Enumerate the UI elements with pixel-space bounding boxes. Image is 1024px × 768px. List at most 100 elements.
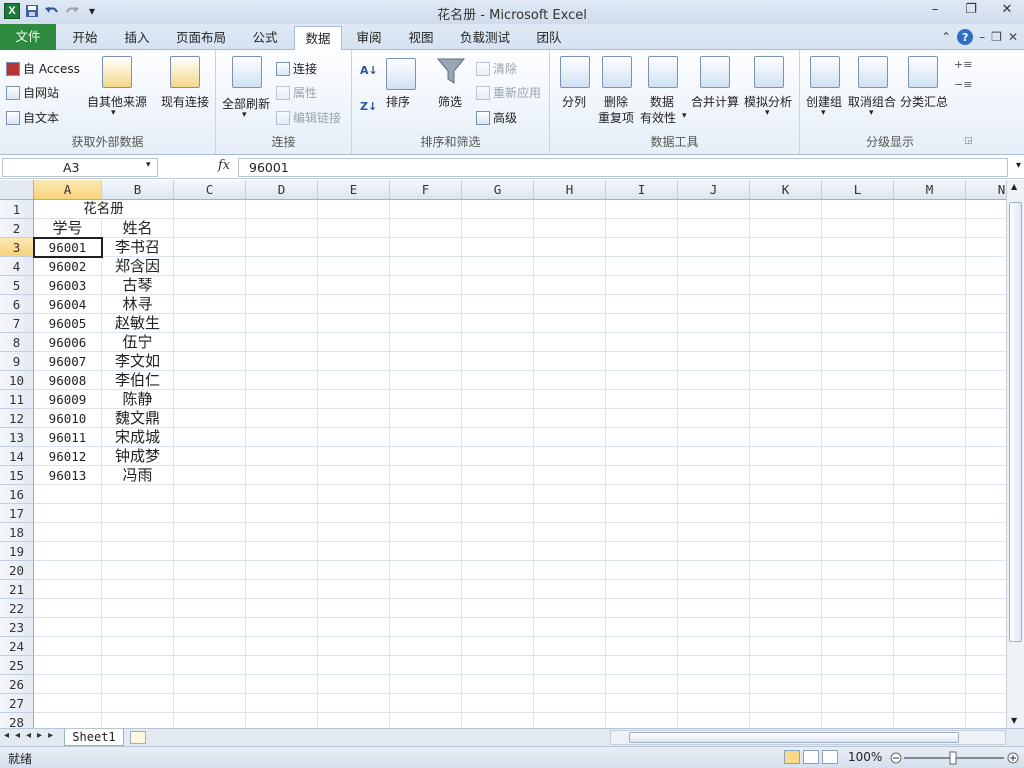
tab-team[interactable]: 团队 [526, 26, 572, 50]
close-icon[interactable]: ✕ [996, 2, 1018, 17]
student-id-cell[interactable]: 96001 [33, 237, 103, 258]
cell[interactable] [750, 618, 822, 637]
student-name-cell[interactable]: 伍宁 [102, 333, 174, 352]
student-name-cell[interactable]: 李伯仁 [102, 371, 174, 390]
cell[interactable] [34, 485, 102, 504]
cell[interactable] [822, 618, 894, 637]
cell[interactable] [534, 200, 606, 219]
cell[interactable] [894, 257, 966, 276]
cell[interactable] [894, 523, 966, 542]
cell[interactable] [462, 466, 534, 485]
scroll-down-icon[interactable]: ▼ [1011, 716, 1017, 725]
cell[interactable] [750, 333, 822, 352]
cell[interactable] [894, 618, 966, 637]
row-header[interactable]: 27 [0, 694, 34, 713]
cell[interactable] [34, 656, 102, 675]
cell[interactable] [894, 485, 966, 504]
cell[interactable] [678, 637, 750, 656]
cell[interactable] [534, 447, 606, 466]
cell[interactable] [246, 561, 318, 580]
cell[interactable] [462, 675, 534, 694]
cell[interactable] [750, 713, 822, 728]
cell[interactable] [750, 599, 822, 618]
row-header[interactable]: 12 [0, 409, 34, 428]
cell[interactable] [678, 504, 750, 523]
insert-sheet-icon[interactable] [130, 731, 146, 744]
cell[interactable] [246, 542, 318, 561]
show-detail-icon[interactable]: +≡ [954, 58, 972, 71]
row-header[interactable]: 23 [0, 618, 34, 637]
cell[interactable] [966, 694, 1006, 713]
cell[interactable] [678, 295, 750, 314]
student-name-cell[interactable]: 郑含因 [102, 257, 174, 276]
cell[interactable] [966, 466, 1006, 485]
row-header[interactable]: 13 [0, 428, 34, 447]
cell[interactable] [678, 523, 750, 542]
cell[interactable] [246, 371, 318, 390]
cell[interactable] [750, 409, 822, 428]
cell[interactable] [606, 542, 678, 561]
cell[interactable] [822, 466, 894, 485]
cell[interactable] [606, 238, 678, 257]
cell[interactable] [678, 409, 750, 428]
cell[interactable] [174, 637, 246, 656]
what-if-dropdown-icon[interactable]: ▾ [765, 108, 770, 118]
cell[interactable] [462, 333, 534, 352]
cell[interactable] [318, 276, 390, 295]
cell[interactable] [750, 390, 822, 409]
cell[interactable] [462, 637, 534, 656]
connections-button[interactable]: 连接 [276, 60, 317, 77]
cell[interactable] [966, 485, 1006, 504]
cell[interactable] [246, 485, 318, 504]
data-validation-label-2[interactable]: 有效性 [640, 109, 676, 126]
group-dropdown-icon[interactable]: ▾ [821, 108, 826, 118]
cell[interactable] [174, 542, 246, 561]
cell[interactable] [822, 694, 894, 713]
cell[interactable] [534, 390, 606, 409]
cell[interactable] [462, 656, 534, 675]
cell[interactable] [34, 523, 102, 542]
cell[interactable] [678, 314, 750, 333]
row-header[interactable]: 8 [0, 333, 34, 352]
cell[interactable] [822, 485, 894, 504]
doc-minimize-icon[interactable]: – [979, 30, 985, 44]
cell[interactable] [174, 352, 246, 371]
cell[interactable] [390, 675, 462, 694]
cell[interactable] [534, 314, 606, 333]
cell[interactable] [462, 428, 534, 447]
cell[interactable] [894, 200, 966, 219]
cell[interactable] [534, 466, 606, 485]
cell[interactable] [822, 542, 894, 561]
cell[interactable] [822, 219, 894, 238]
cell[interactable] [246, 200, 318, 219]
cell[interactable] [822, 637, 894, 656]
column-header[interactable]: J [678, 180, 750, 200]
cell[interactable] [462, 200, 534, 219]
remove-duplicates-label-2[interactable]: 重复项 [598, 109, 634, 126]
cell[interactable] [534, 694, 606, 713]
student-id-cell[interactable]: 96010 [34, 409, 102, 428]
sheet-nav-icon[interactable]: ◂◂◂▸▸ [4, 730, 59, 741]
consolidate-button[interactable]: 合并计算 [691, 93, 739, 110]
data-validation-button[interactable]: 数据 [650, 93, 674, 110]
student-id-cell[interactable]: 96013 [34, 466, 102, 485]
cell[interactable] [462, 599, 534, 618]
cell[interactable] [174, 238, 246, 257]
cell[interactable] [750, 675, 822, 694]
row-header[interactable]: 3 [0, 238, 34, 257]
column-header[interactable]: K [750, 180, 822, 200]
cell[interactable] [462, 447, 534, 466]
student-name-cell[interactable]: 宋成城 [102, 428, 174, 447]
student-name-cell[interactable]: 魏文鼎 [102, 409, 174, 428]
cell[interactable] [678, 352, 750, 371]
cell[interactable] [750, 637, 822, 656]
student-name-cell[interactable]: 李文如 [102, 352, 174, 371]
cell[interactable] [750, 295, 822, 314]
cell[interactable] [678, 675, 750, 694]
cell[interactable] [318, 599, 390, 618]
cell[interactable] [822, 200, 894, 219]
cell[interactable] [534, 485, 606, 504]
tab-file[interactable]: 文件 [0, 24, 56, 50]
cell[interactable] [318, 637, 390, 656]
cell[interactable] [606, 504, 678, 523]
